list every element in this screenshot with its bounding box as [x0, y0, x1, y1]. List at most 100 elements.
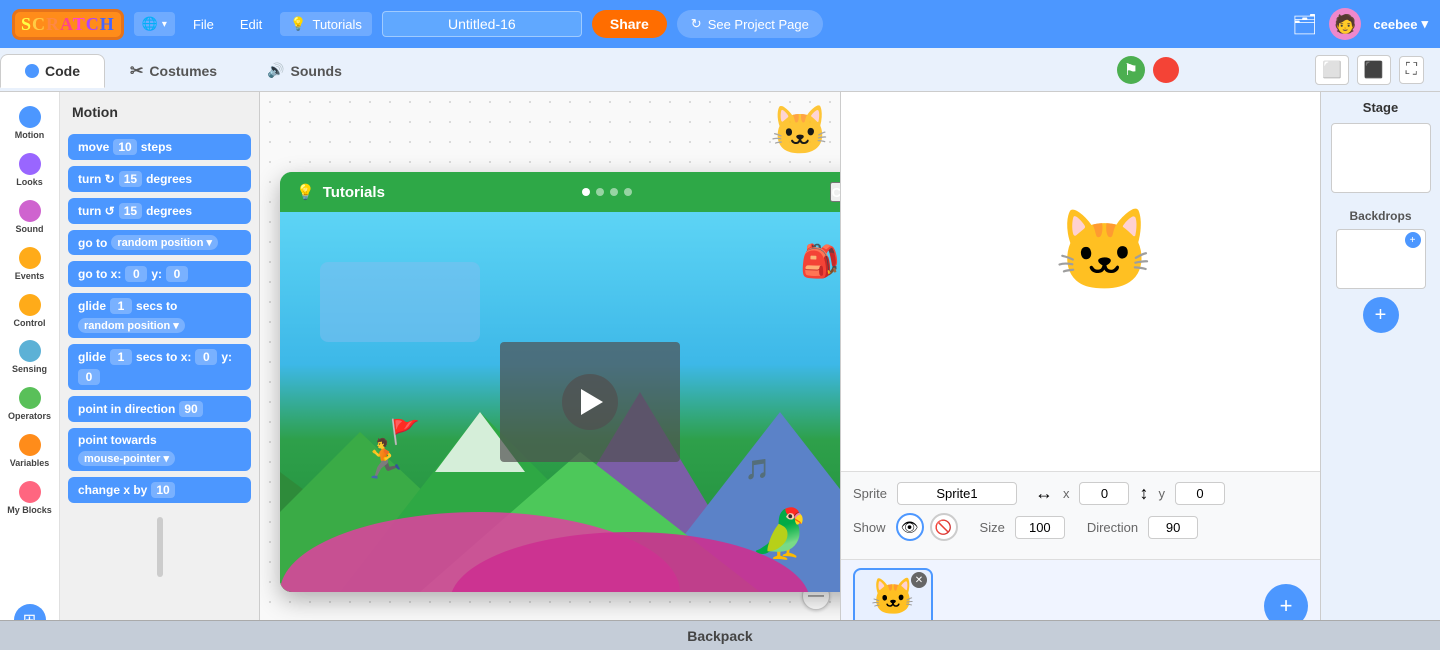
folder-button[interactable]: 🗂: [1292, 12, 1317, 37]
sprite-name-input[interactable]: [897, 482, 1017, 505]
direction-label: Direction: [1087, 520, 1138, 535]
sprite-info-panel: Sprite ↔ x ↕ y Show 👁 🚫 Size Direction: [841, 471, 1320, 559]
block-glide-xy[interactable]: glide 1 secs to x: 0 y: 0: [68, 344, 251, 390]
size-input[interactable]: [1015, 516, 1065, 539]
sidebar-item-operators[interactable]: Operators: [0, 381, 59, 428]
motion-color-dot: [19, 106, 41, 128]
edit-menu[interactable]: Edit: [232, 13, 270, 36]
resize-arrows-icon: ↔: [1035, 483, 1053, 504]
block-turn-ccw[interactable]: turn ↺ 15 degrees: [68, 198, 251, 224]
tutorial-dot-4[interactable]: [624, 188, 632, 196]
lightbulb-icon: 💡: [290, 16, 306, 32]
block-glide-position[interactable]: glide 1 secs to random position ▾: [68, 293, 251, 338]
sprite-thumb-image: 🐱: [871, 576, 916, 618]
tutorial-dot-1[interactable]: [582, 188, 590, 196]
blocks-panel: Motion move 10 steps turn ↻ 15 degrees t…: [60, 92, 260, 650]
fullscreen-button[interactable]: ⛶: [1399, 56, 1424, 84]
x-value-input[interactable]: [1079, 482, 1129, 505]
tutorial-dot-2[interactable]: [596, 188, 604, 196]
tab-sounds[interactable]: 🔊 Sounds: [242, 53, 367, 88]
sidebar-item-myblocks[interactable]: My Blocks: [0, 475, 59, 522]
file-menu[interactable]: File: [185, 13, 222, 36]
sidebar-item-control[interactable]: Control: [0, 288, 59, 335]
block-point-towards[interactable]: point towards mouse-pointer ▾: [68, 428, 251, 471]
block-goto-xy[interactable]: go to x: 0 y: 0: [68, 261, 251, 287]
x-label: x: [1063, 486, 1070, 501]
green-flag-button[interactable]: ⚑: [1117, 56, 1145, 84]
show-eye-open-button[interactable]: 👁: [896, 513, 924, 541]
folder-icon: 🗂: [1292, 14, 1317, 36]
block-move-steps[interactable]: move 10 steps: [68, 134, 251, 160]
stage-title: Stage: [1363, 100, 1398, 115]
project-name-input[interactable]: [382, 11, 582, 37]
share-button[interactable]: Share: [592, 10, 667, 38]
stage-right-panel: Stage Backdrops + +: [1320, 92, 1440, 650]
refresh-icon: ↻: [691, 16, 702, 32]
topbar-right: 🗂 🧑 ceebee ▾: [1292, 8, 1428, 40]
block-change-x[interactable]: change x by 10: [68, 477, 251, 503]
tutorial-title-area: 💡 Tutorials: [296, 183, 385, 201]
operators-label: Operators: [8, 412, 51, 422]
add-backdrop-to-thumb-button[interactable]: +: [1405, 232, 1421, 248]
variables-color-dot: [19, 434, 41, 456]
speaker-icon: 🔊: [267, 62, 284, 79]
scene-bag: 🎒: [800, 242, 840, 280]
scroll-indicator: [68, 517, 251, 577]
backdrop-thumbnail[interactable]: +: [1336, 229, 1426, 289]
events-label: Events: [15, 272, 45, 282]
events-color-dot: [19, 247, 41, 269]
tab-code[interactable]: Code: [0, 54, 105, 88]
small-stage-button[interactable]: ⬜: [1315, 55, 1349, 85]
coding-area[interactable]: 🐱 💡 Tutorials Close ✕: [260, 92, 840, 650]
add-backdrop-button[interactable]: +: [1363, 297, 1399, 333]
backpack-bar[interactable]: Backpack: [0, 620, 1440, 650]
tutorial-close-button[interactable]: Close ✕: [830, 182, 840, 202]
tutorials-button[interactable]: 💡 Tutorials: [280, 12, 372, 36]
language-button[interactable]: 🌐 ▾: [134, 12, 175, 36]
tutorial-dots: [582, 188, 632, 196]
see-project-button[interactable]: ↻ See Project Page: [677, 10, 823, 38]
sprite-label: Sprite: [853, 486, 887, 501]
tutorial-video-area: 🏃 🚩 🦜 🎵 🎒 ➤: [280, 212, 840, 592]
sidebar-item-looks[interactable]: Looks: [0, 147, 59, 194]
block-point-direction[interactable]: point in direction 90: [68, 396, 251, 422]
block-goto-position[interactable]: go to random position ▾: [68, 230, 251, 255]
operators-color-dot: [19, 387, 41, 409]
stop-button[interactable]: [1153, 57, 1179, 83]
sound-color-dot: [19, 200, 41, 222]
username-button[interactable]: ceebee ▾: [1373, 16, 1428, 32]
scene-flag: 🚩: [390, 418, 420, 447]
show-eye-closed-button[interactable]: 🚫: [930, 513, 958, 541]
globe-icon: 🌐: [142, 16, 158, 32]
add-sprite-icon: +: [1280, 593, 1293, 619]
add-backdrop-icon: +: [1375, 304, 1387, 327]
sidebar-item-motion[interactable]: Motion: [0, 100, 59, 147]
large-stage-button[interactable]: ⬛: [1357, 55, 1391, 85]
tabbar: Code ✂ Costumes 🔊 Sounds ⚑ ⬜ ⬛ ⛶: [0, 48, 1440, 92]
main-layout: Motion Looks Sound Events Control Sensin…: [0, 92, 1440, 650]
block-turn-cw[interactable]: turn ↻ 15 degrees: [68, 166, 251, 192]
code-dot-icon: [25, 64, 39, 78]
categories-sidebar: Motion Looks Sound Events Control Sensin…: [0, 92, 60, 650]
topbar: SCRATCH 🌐 ▾ File Edit 💡 Tutorials Share …: [0, 0, 1440, 48]
motion-label: Motion: [15, 131, 45, 141]
y-value-input[interactable]: [1175, 482, 1225, 505]
direction-input[interactable]: [1148, 516, 1198, 539]
tab-costumes[interactable]: ✂ Costumes: [105, 52, 242, 90]
play-button[interactable]: [562, 374, 618, 430]
sidebar-item-events[interactable]: Events: [0, 241, 59, 288]
stage-canvas: 🐱: [841, 92, 1320, 471]
sensing-label: Sensing: [12, 365, 47, 375]
sidebar-item-sound[interactable]: Sound: [0, 194, 59, 241]
y-label: y: [1158, 486, 1165, 501]
scratch-logo[interactable]: SCRATCH: [12, 9, 124, 40]
sprite-close-button[interactable]: ✕: [911, 572, 927, 588]
sidebar-item-sensing[interactable]: Sensing: [0, 334, 59, 381]
tutorial-dot-3[interactable]: [610, 188, 618, 196]
backpack-label: Backpack: [687, 628, 752, 644]
sprite-info-row-1: Sprite ↔ x ↕ y: [853, 482, 1308, 505]
chevron-down-icon: ▾: [1421, 16, 1428, 32]
sidebar-item-variables[interactable]: Variables: [0, 428, 59, 475]
myblocks-color-dot: [19, 481, 41, 503]
stage-backdrop-thumbnail: [1331, 123, 1431, 193]
